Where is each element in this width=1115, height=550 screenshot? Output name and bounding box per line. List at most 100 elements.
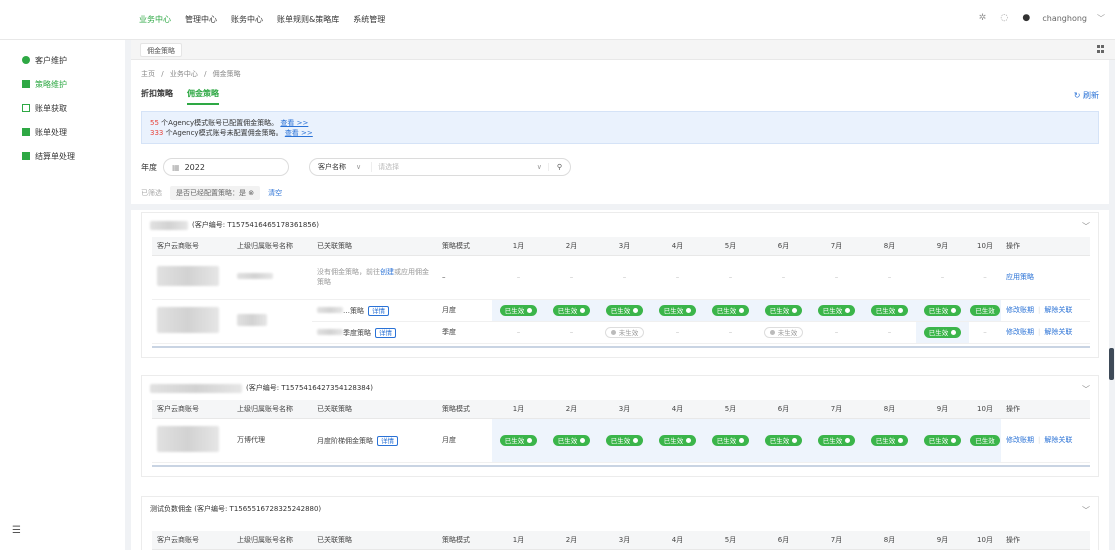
sidebar: 客户维护 策略维护 账单获取 账单处理 结算单处理 ☰ [0,40,125,550]
user-icon: ● [1022,13,1031,23]
card-header[interactable]: (客户编号: T1575416427354128384) ﹀ [142,376,1098,400]
status-text: 已生效 [663,307,684,315]
col-policy: 已关联策略 [312,400,437,419]
filter-tag[interactable]: 是否已经配置策略：是 ⊗ [170,186,261,200]
modify-period-button[interactable]: 修改账期 [1006,306,1034,314]
col-policy: 已关联策略 [312,531,437,550]
col-month: 1月 [492,237,545,256]
status-badge: 已生效 [970,434,1000,446]
settings-icon[interactable]: ✲ [976,12,988,24]
chevron-down-icon: ∨ [356,163,362,171]
unlink-button[interactable]: 解除关联 [1044,306,1072,314]
breadcrumb-business[interactable]: 业务中心 [170,70,198,78]
detail-button[interactable]: 详情 [377,435,398,446]
col-month: 7月 [810,400,863,419]
tab-strip: 佣金策略 [131,40,1115,60]
col-month: 9月 [916,237,969,256]
sidebar-item-customer[interactable]: 客户维护 [0,48,125,72]
status-text: 未生效 [618,329,639,337]
tab-commission-policy-active[interactable]: 佣金策略 [187,88,219,105]
nav-business-center[interactable]: 业务中心 [139,14,171,25]
grid-icon[interactable] [1097,45,1105,53]
status-text: 未生效 [777,329,798,337]
tab-discount-policy[interactable]: 折扣策略 [141,88,173,105]
close-icon[interactable]: ⊗ [248,189,254,197]
notice-banner: 55 个Agency模式账号已配置佣金策略。 查看 >> 333 个Agency… [141,111,1099,144]
col-month: 6月 [757,237,810,256]
status-text: 已生效 [928,329,949,337]
unlink-button[interactable]: 解除关联 [1044,328,1072,336]
policy-cell: …策略 详情 [312,299,437,322]
nav-billing-rules[interactable]: 账单规则&策略库 [277,14,339,25]
year-value: 2022 [184,162,205,172]
horizontal-scrollbar[interactable] [152,345,1090,348]
sidebar-item-bill-process[interactable]: 账单处理 [0,120,125,144]
clipboard-icon [22,128,30,136]
status-badge: 已生效 [605,304,644,316]
status-badge: 已生效 [658,434,697,446]
nav-finance-center[interactable]: 账务中心 [231,14,263,25]
card-header[interactable]: (客户编号: T1575416465178361856) ﹀ [142,213,1098,237]
bell-icon[interactable]: ◌ [998,12,1010,24]
customer-select[interactable]: 客户名称 ∨ 请选择 ∨ ⚲ [309,158,571,176]
col-month: 4月 [651,400,704,419]
refresh-button[interactable]: ↻ 刷新 [1074,90,1099,101]
person-icon [22,56,30,64]
table-header-row: 客户云商账号 上级归属账号名称 已关联策略 策略模式 1月 2月 3月 4月 5… [152,237,1090,256]
sidebar-item-settlement[interactable]: 结算单处理 [0,144,125,168]
detail-button[interactable]: 详情 [375,327,396,338]
col-month: 10月 [969,531,1001,550]
view-unconfigured-link[interactable]: 查看 >> [285,129,313,137]
modify-period-button[interactable]: 修改账期 [1006,328,1034,336]
nav-management-center[interactable]: 管理中心 [185,14,217,25]
modify-period-button[interactable]: 修改账期 [1006,436,1034,444]
chevron-down-icon[interactable]: ﹀ [1082,221,1090,232]
status-text: 已生效 [504,307,525,315]
search-icon[interactable]: ⚲ [547,163,562,171]
chevron-down-icon[interactable]: ﹀ [1097,13,1105,24]
col-actions: 操作 [1001,400,1090,419]
menu-toggle-icon[interactable]: ☰ [12,525,21,536]
sidebar-item-policy[interactable]: 策略维护 [0,72,125,96]
status-badge: 已生效 [764,304,803,316]
status-text: 已生效 [557,437,578,445]
sidebar-item-bill-fetch[interactable]: 账单获取 [0,96,125,120]
col-month: 8月 [863,237,916,256]
policy-tabs: 折扣策略 佣金策略 [141,88,219,105]
account-cell [152,255,232,300]
col-month: 2月 [545,531,598,550]
clear-filters-button[interactable]: 清空 [268,188,282,198]
nav-system-admin[interactable]: 系统管理 [353,14,385,25]
chevron-down-icon[interactable]: ﹀ [1082,384,1090,395]
apply-policy-button[interactable]: 应用策略 [1006,273,1034,281]
policy-icon [22,80,30,88]
year-picker[interactable]: ▦ 2022 [163,158,289,176]
chevron-down-icon: ∨ [536,163,542,171]
detail-button[interactable]: 详情 [368,305,389,316]
unlink-button[interactable]: 解除关联 [1044,436,1072,444]
field-select[interactable]: 客户名称 ∨ [318,162,373,172]
view-configured-link[interactable]: 查看 >> [280,119,308,127]
mode-cell: 季度 [437,321,492,344]
col-account: 客户云商账号 [152,531,232,550]
tab-commission-policy[interactable]: 佣金策略 [140,43,182,57]
main-content: 主页 / 业务中心 / 佣金策略 折扣策略 佣金策略 ↻ 刷新 55 个Agen… [131,60,1109,550]
status-text: 已生效 [769,437,790,445]
breadcrumb-home[interactable]: 主页 [141,70,155,78]
divider [131,204,1109,210]
create-policy-link[interactable]: 创建 [380,268,394,276]
col-month: 2月 [545,400,598,419]
card-header[interactable]: 测试负数佣金 (客户编号: T1565516728325242880) ﹀ [142,497,1098,521]
side-drawer-handle[interactable] [1109,348,1114,380]
horizontal-scrollbar[interactable] [152,464,1090,467]
status-badge: 已生效 [711,434,750,446]
status-badge: 已生效 [870,304,909,316]
col-policy: 已关联策略 [312,237,437,256]
configured-text: 个Agency模式账号已配置佣金策略。 [161,119,279,127]
status-badge: 已生效 [923,434,962,446]
chevron-down-icon[interactable]: ﹀ [1082,505,1090,516]
customer-card: 测试负数佣金 (客户编号: T1565516728325242880) ﹀ 客户… [141,496,1099,550]
username[interactable]: changhong [1042,14,1087,23]
active-filters: 已筛选 是否已经配置策略：是 ⊗ 清空 [141,186,282,200]
customer-name-redacted [150,383,242,393]
